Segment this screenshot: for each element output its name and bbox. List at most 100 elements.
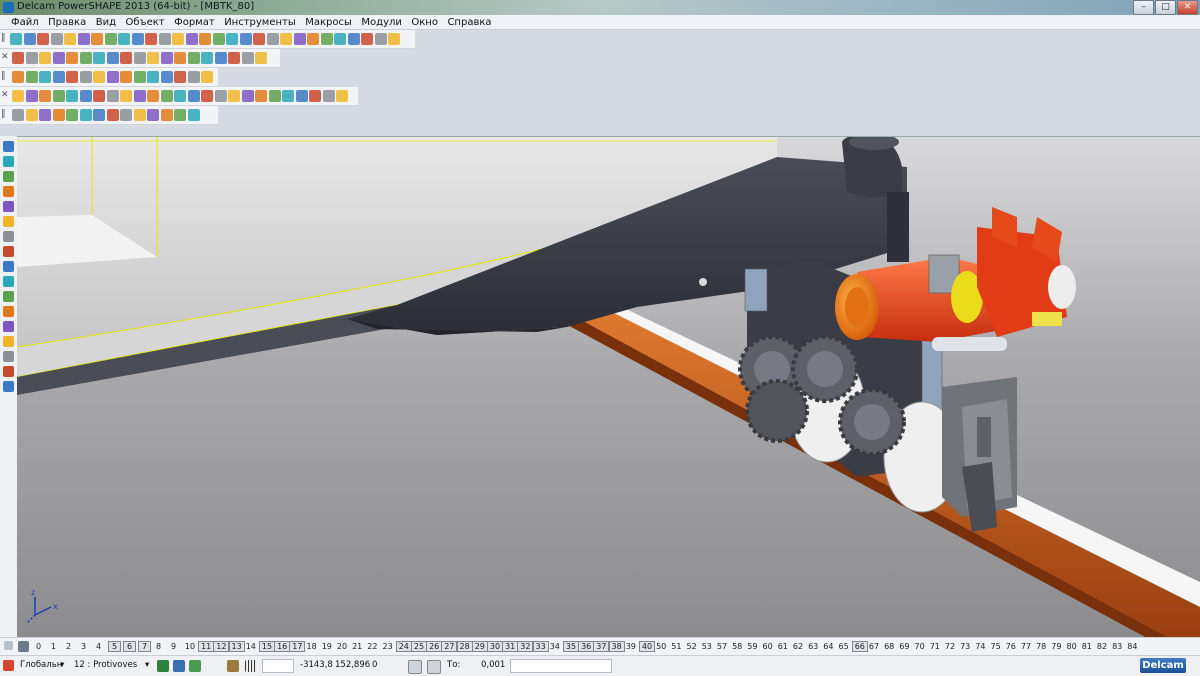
left-tool-icon[interactable]: [3, 336, 14, 347]
level-button[interactable]: 60: [761, 641, 775, 652]
toolbar-tool-icon[interactable]: [79, 90, 92, 102]
toolbar-tool-icon[interactable]: [241, 52, 254, 64]
level-button[interactable]: 17: [289, 641, 306, 652]
toolbar-grip[interactable]: ‖: [1, 32, 8, 45]
app-icon[interactable]: [3, 2, 14, 13]
toolbar-tool-icon[interactable]: [145, 33, 157, 45]
level-button[interactable]: 20: [335, 641, 349, 652]
level-button[interactable]: 57: [715, 641, 729, 652]
toolbar-tool-icon[interactable]: [174, 71, 186, 83]
level-button[interactable]: 32: [517, 641, 534, 652]
left-tool-icon[interactable]: [3, 261, 14, 272]
toolbar-tool-icon[interactable]: [282, 90, 294, 102]
toolbar-tool-icon[interactable]: [226, 33, 238, 45]
toolbar-tool-icon[interactable]: [106, 109, 119, 121]
workplane-edit-icon[interactable]: [189, 660, 201, 672]
coord-blank-field[interactable]: [262, 659, 294, 673]
level-button[interactable]: 38: [608, 641, 625, 652]
menu-object[interactable]: Объект: [122, 16, 167, 30]
toolbar-tool-icon[interactable]: [133, 52, 146, 64]
level-button[interactable]: 29: [471, 641, 488, 652]
toolbar-tool-icon[interactable]: [187, 71, 200, 83]
level-button[interactable]: 16: [274, 641, 291, 652]
level-button[interactable]: 26: [426, 641, 443, 652]
toolbar-tool-icon[interactable]: [93, 52, 105, 64]
menu-format[interactable]: Формат: [171, 16, 218, 30]
level-button[interactable]: 4: [93, 641, 104, 652]
toolbar-tool-icon[interactable]: [347, 33, 360, 45]
tolerance-value[interactable]: 0,001: [481, 660, 505, 670]
toolbar-tool-icon[interactable]: [39, 71, 51, 83]
toolbar-tool-icon[interactable]: [239, 33, 252, 45]
coord-x[interactable]: -3143,8: [300, 660, 333, 670]
menu-file[interactable]: Файл: [8, 16, 42, 30]
toolbar-tool-icon[interactable]: [120, 52, 132, 64]
toolbar-tool-icon[interactable]: [120, 90, 132, 102]
left-tool-icon[interactable]: [3, 141, 14, 152]
level-button[interactable]: 81: [1080, 641, 1094, 652]
toolbar-tool-icon[interactable]: [39, 90, 51, 102]
level-button[interactable]: 10: [183, 641, 197, 652]
level-button[interactable]: 15: [259, 641, 275, 652]
toolbar-tool-icon[interactable]: [25, 52, 38, 64]
toolbar-tool-icon[interactable]: [133, 109, 146, 121]
coord-y[interactable]: 152,896: [335, 660, 370, 670]
toolbar-tool-icon[interactable]: [12, 52, 24, 64]
toolbar-tool-icon[interactable]: [199, 33, 211, 45]
level-button[interactable]: 64: [821, 641, 835, 652]
level-button[interactable]: 6: [123, 641, 136, 652]
toolbar-grip[interactable]: ‖: [1, 108, 8, 121]
toolbar-tool-icon[interactable]: [293, 33, 306, 45]
level-button[interactable]: 52: [685, 641, 699, 652]
toolbar-tool-icon[interactable]: [160, 52, 173, 64]
toolbar-tool-icon[interactable]: [374, 33, 387, 45]
grid-icon[interactable]: [245, 660, 257, 672]
left-tool-icon[interactable]: [3, 381, 14, 392]
level-button[interactable]: 84: [1125, 641, 1139, 652]
toolbar-tool-icon[interactable]: [334, 33, 346, 45]
command-field[interactable]: [510, 659, 612, 673]
level-button[interactable]: 18: [305, 641, 319, 652]
selection-icon[interactable]: [227, 660, 239, 672]
toolbar-tool-icon[interactable]: [322, 90, 335, 102]
toolbar-tool-icon[interactable]: [361, 33, 373, 45]
levels-close-icon[interactable]: [4, 641, 13, 650]
toolbar-tool-icon[interactable]: [104, 33, 117, 45]
level-button[interactable]: 31: [502, 641, 519, 652]
level-button[interactable]: 1: [48, 641, 59, 652]
toolbar-tool-icon[interactable]: [280, 33, 292, 45]
toolbar-tool-icon[interactable]: [174, 52, 186, 64]
toolbar-tool-icon[interactable]: [201, 71, 213, 83]
level-button[interactable]: 40: [639, 641, 655, 652]
coord-z[interactable]: 0: [372, 660, 377, 670]
level-button[interactable]: 39: [624, 641, 638, 652]
level-button[interactable]: 0: [33, 641, 44, 652]
level-button[interactable]: 67: [867, 641, 881, 652]
left-tool-icon[interactable]: [3, 201, 14, 212]
level-button[interactable]: 24: [395, 641, 412, 652]
toolbar-tool-icon[interactable]: [106, 90, 119, 102]
level-button[interactable]: 23: [381, 641, 395, 652]
toolbar-tool-icon[interactable]: [25, 109, 38, 121]
toolbar-tool-icon[interactable]: [52, 109, 65, 121]
level-button[interactable]: 28: [456, 641, 473, 652]
toolbar-tool-icon[interactable]: [160, 71, 173, 83]
toolbar-tool-icon[interactable]: [66, 109, 78, 121]
toolbar-tool-icon[interactable]: [228, 90, 240, 102]
toolbar-tool-icon[interactable]: [79, 71, 92, 83]
level-button[interactable]: 22: [365, 641, 379, 652]
menu-macros[interactable]: Макросы: [302, 16, 355, 30]
toolbar-close[interactable]: ✕: [1, 51, 9, 64]
toolbar-tool-icon[interactable]: [266, 33, 279, 45]
toolbar-tool-icon[interactable]: [106, 52, 119, 64]
toolbar-tool-icon[interactable]: [12, 71, 24, 83]
toolbar-tool-icon[interactable]: [174, 90, 186, 102]
toolbar-tool-icon[interactable]: [201, 52, 213, 64]
toolbar-tool-icon[interactable]: [133, 71, 146, 83]
calculator-icon[interactable]: [408, 660, 422, 674]
toolbar-tool-icon[interactable]: [79, 52, 92, 64]
toolbar-tool-icon[interactable]: [187, 52, 200, 64]
left-tool-icon[interactable]: [3, 186, 14, 197]
maximize-button[interactable]: □: [1155, 0, 1176, 15]
toolbar-tool-icon[interactable]: [172, 33, 184, 45]
